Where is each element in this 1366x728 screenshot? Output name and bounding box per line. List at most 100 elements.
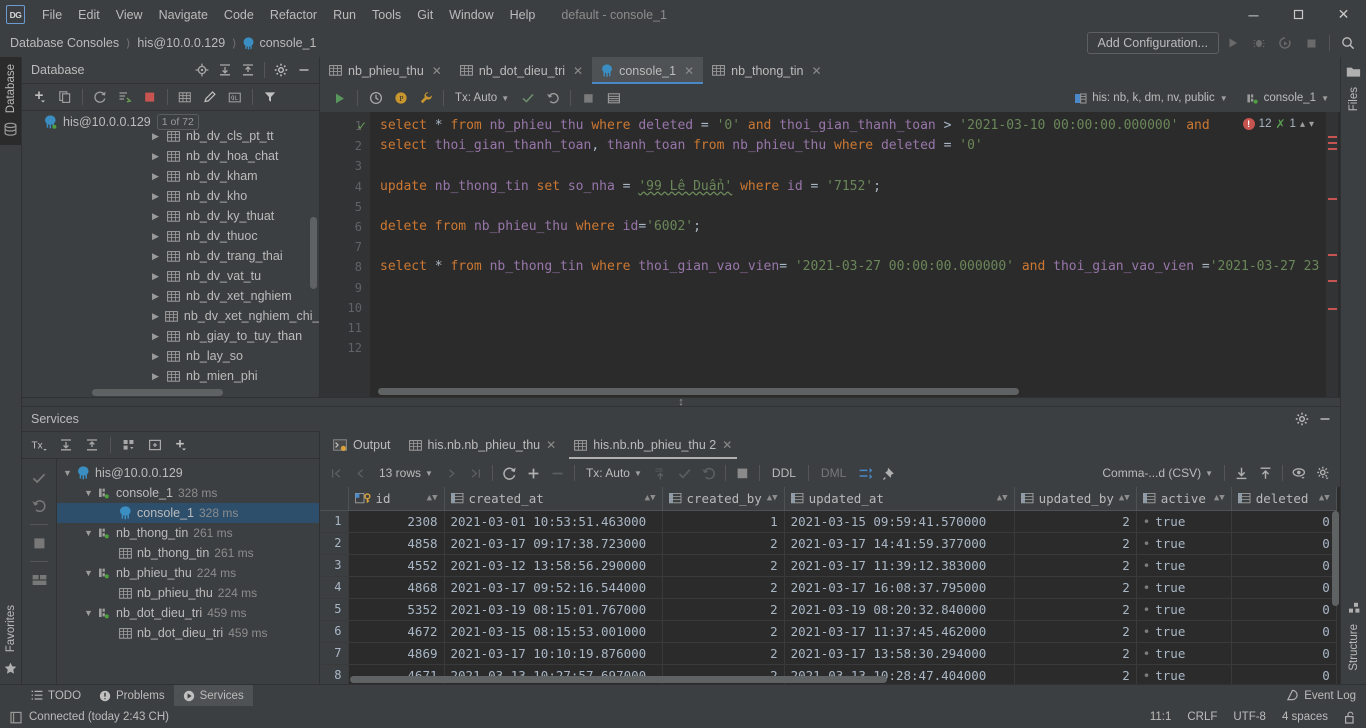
tree-item-table[interactable]: ▶ nb_dv_vat_tu <box>22 266 319 286</box>
files-folder-icon[interactable] <box>1346 63 1361 80</box>
debug-icon[interactable] <box>1247 31 1271 55</box>
table-cell-updated_by[interactable]: 2 <box>1014 620 1137 643</box>
table-cell-updated_at[interactable]: 2021-03-15 09:59:41.570000 <box>784 510 1015 533</box>
modify-icon[interactable] <box>198 85 222 109</box>
menu-item-edit[interactable]: Edit <box>70 5 108 25</box>
close-icon[interactable]: ✕ <box>684 64 694 78</box>
settings-icon[interactable] <box>1291 408 1313 430</box>
sort-arrows-icon[interactable]: ▲▼ <box>997 493 1008 503</box>
column-header-created_at[interactable]: created_at ▲▼ <box>444 487 663 511</box>
table-cell-active[interactable]: • true <box>1136 532 1232 555</box>
sort-arrows-icon[interactable]: ▲▼ <box>767 493 778 503</box>
table-cell-updated_at[interactable]: 2021-03-17 13:58:30.294000 <box>784 642 1015 665</box>
tree-item-table[interactable]: ▶ nb_dv_kham <box>22 166 319 186</box>
tree-item-table[interactable]: ▶ nb_dv_trang_thai <box>22 246 319 266</box>
table-cell-updated_at[interactable]: 2021-03-17 16:08:37.795000 <box>784 576 1015 599</box>
table-editor-icon[interactable] <box>173 85 197 109</box>
sidebar-item-files[interactable]: Files <box>1345 80 1363 118</box>
chevron-right-icon[interactable]: ▶ <box>152 311 159 322</box>
close-icon[interactable]: ✕ <box>1321 0 1366 29</box>
layout-icon[interactable] <box>26 567 52 593</box>
table-cell-updated_by[interactable]: 2 <box>1014 532 1137 555</box>
table-row[interactable]: 4 4868 2021-03-17 09:52:16.544000 2 2021-03-… <box>320 576 1337 599</box>
services-tree-item[interactable]: nb_phieu_thu 224 ms <box>57 583 319 603</box>
table-cell-updated_by[interactable]: 2 <box>1014 598 1137 621</box>
table-cell-created_at[interactable]: 2021-03-17 10:10:19.876000 <box>444 642 663 665</box>
table-cell-created_by[interactable]: 2 <box>662 554 785 577</box>
table-row[interactable]: 7 4869 2021-03-17 10:10:19.876000 2 2021-03-… <box>320 642 1337 665</box>
stop-icon[interactable] <box>577 87 600 110</box>
tree-item-table[interactable]: ▶ nb_giay_to_tuy_than <box>22 326 319 346</box>
expand-all-icon[interactable] <box>214 59 236 81</box>
result-tab[interactable]: Output <box>324 431 400 459</box>
stop-icon[interactable] <box>138 85 162 109</box>
transaction-mode-selector[interactable]: Tx: Auto ▼ <box>450 90 514 106</box>
export-format-selector[interactable]: Comma-...d (CSV) ▼ <box>1096 464 1219 482</box>
add-icon[interactable] <box>28 85 52 109</box>
refresh-icon[interactable] <box>88 85 112 109</box>
locate-icon[interactable] <box>191 59 213 81</box>
query-console-icon[interactable]: QL <box>223 85 247 109</box>
close-icon[interactable]: ✕ <box>811 64 821 78</box>
result-grid[interactable]: id ▲▼ created_at ▲▼ created_by ▲▼ updated_at ▲▼… <box>320 487 1340 684</box>
table-cell-created_by[interactable]: 2 <box>662 620 785 643</box>
services-tree-item[interactable]: nb_thong_tin 261 ms <box>57 543 319 563</box>
tree-item-table[interactable]: ▶ nb_dv_ky_thuat <box>22 206 319 226</box>
expand-all-icon[interactable] <box>54 433 78 457</box>
schema-selector[interactable]: his: nb, k, dm, nv, public ▼ <box>1069 90 1232 107</box>
table-cell-deleted[interactable]: 0 <box>1231 576 1337 599</box>
sidebar-item-structure[interactable]: Structure <box>1345 617 1363 678</box>
hide-panel-icon[interactable] <box>1314 408 1336 430</box>
chevron-right-icon[interactable]: ▶ <box>152 191 161 202</box>
delete-row-icon[interactable] <box>546 462 569 485</box>
table-cell-updated_by[interactable]: 2 <box>1014 642 1137 665</box>
table-cell-deleted[interactable]: 0 <box>1231 620 1337 643</box>
pin-icon[interactable] <box>878 462 901 485</box>
close-icon[interactable]: ✕ <box>432 64 442 78</box>
tree-item-table[interactable]: ▶ nb_dv_kho <box>22 186 319 206</box>
sidebar-item-database[interactable]: Database <box>1 57 20 121</box>
tree-item-table[interactable]: ▶ nb_mien_phi <box>22 366 319 386</box>
column-header-updated_by[interactable]: updated_by ▲▼ <box>1014 487 1137 511</box>
grid-horizontal-scrollbar[interactable] <box>350 676 1326 683</box>
tool-window-tab-problems[interactable]: Problems <box>90 685 174 706</box>
error-marker-stripe[interactable] <box>1326 112 1338 397</box>
postgres-icon[interactable]: P <box>389 87 412 110</box>
rollback-icon[interactable] <box>26 493 52 519</box>
rollback-icon[interactable] <box>541 87 564 110</box>
structure-icon[interactable] <box>1347 600 1361 617</box>
export-icon[interactable] <box>1254 462 1277 485</box>
result-tab[interactable]: his.nb.nb_phieu_thu 2 ✕ <box>565 431 741 459</box>
table-cell-updated_by[interactable]: 2 <box>1014 554 1137 577</box>
unlocked-icon[interactable] <box>1344 711 1356 724</box>
menu-item-navigate[interactable]: Navigate <box>151 5 216 25</box>
maximize-icon[interactable] <box>1276 0 1321 29</box>
menu-item-file[interactable]: File <box>34 5 70 25</box>
editor-tab-nb_dot_dieu_tri[interactable]: nb_dot_dieu_tri ✕ <box>451 57 592 84</box>
chevron-down-icon[interactable]: ▼ <box>84 568 93 578</box>
chevron-right-icon[interactable]: ▶ <box>152 291 161 302</box>
table-cell-id[interactable]: 4672 <box>348 620 445 643</box>
menu-item-run[interactable]: Run <box>325 5 364 25</box>
view-options-icon[interactable] <box>1288 462 1311 485</box>
grid-transaction-selector[interactable]: Tx: Auto ▼ <box>580 464 648 482</box>
editor-tab-nb_phieu_thu[interactable]: nb_phieu_thu ✕ <box>320 57 451 84</box>
close-icon[interactable]: ✕ <box>573 64 583 78</box>
chevron-down-icon[interactable]: ▼ <box>63 468 72 478</box>
sort-arrows-icon[interactable]: ▲▼ <box>1119 493 1130 503</box>
dml-button[interactable]: DML <box>814 464 853 482</box>
table-cell-id[interactable]: 4869 <box>348 642 445 665</box>
tree-item-table[interactable]: ▶ nb_dv_xet_nghiem <box>22 286 319 306</box>
settings-icon[interactable] <box>270 59 292 81</box>
table-cell-created_at[interactable]: 2021-03-15 08:15:53.001000 <box>444 620 663 643</box>
tree-item-table[interactable]: ▶ nb_dv_xet_nghiem_chi_so_ <box>22 306 319 326</box>
menu-item-refactor[interactable]: Refactor <box>262 5 325 25</box>
collapse-all-icon[interactable] <box>237 59 259 81</box>
stop-icon[interactable] <box>1299 31 1323 55</box>
table-cell-updated_at[interactable]: 2021-03-17 14:41:59.377000 <box>784 532 1015 555</box>
chevron-down-icon[interactable]: ▼ <box>84 608 93 618</box>
table-cell-id[interactable]: 4552 <box>348 554 445 577</box>
commit-icon[interactable] <box>673 462 696 485</box>
table-cell-active[interactable]: • true <box>1136 620 1232 643</box>
table-cell-id[interactable]: 4858 <box>348 532 445 555</box>
